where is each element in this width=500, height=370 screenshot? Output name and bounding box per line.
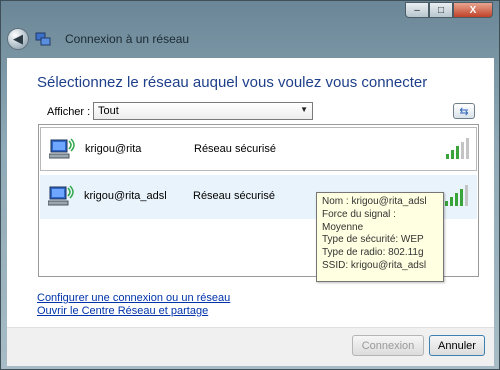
filter-selected-value: Tout	[98, 105, 119, 117]
filter-dropdown[interactable]: Tout ▼	[93, 102, 313, 120]
signal-strength-icon	[445, 185, 468, 206]
tooltip-security-type: Type de sécurité: WEP	[322, 234, 424, 246]
window-title: Connexion à un réseau	[65, 32, 190, 46]
dialog-footer: Connexion Annuler	[7, 327, 494, 366]
wireless-computer-icon	[48, 185, 74, 206]
signal-strength-icon	[446, 138, 469, 159]
network-name: krigou@rita	[85, 143, 142, 155]
network-tooltip: Nom : krigou@rita_adsl Force du signal :…	[316, 192, 444, 282]
refresh-icon: ⇆	[459, 105, 469, 118]
close-button[interactable]: X	[453, 2, 493, 18]
tooltip-name: Nom : krigou@rita_adsl	[322, 196, 427, 207]
network-security: Réseau sécurisé	[194, 143, 276, 155]
maximize-button[interactable]: □	[429, 2, 453, 18]
window-controls: ‒ □ X	[405, 2, 493, 18]
page-heading: Sélectionnez le réseau auquel vous voule…	[37, 74, 428, 91]
wireless-computer-icon	[49, 138, 75, 159]
tooltip-radio-type: Type de radio: 802.11g	[322, 247, 424, 259]
back-button[interactable]: ◀	[7, 28, 29, 50]
network-name: krigou@rita_adsl	[84, 190, 167, 202]
filter-label: Afficher :	[47, 106, 91, 118]
tooltip-signal: Force du signal : Moyenne	[322, 208, 396, 233]
back-arrow-icon: ◀	[13, 31, 23, 46]
connect-button[interactable]: Connexion	[352, 335, 424, 356]
network-security: Réseau sécurisé	[193, 190, 275, 202]
configure-connection-link[interactable]: Configurer une connexion ou un réseau	[37, 292, 230, 304]
network-row[interactable]: krigou@rita Réseau sécurisé	[40, 127, 477, 171]
dialog-window: ‒ □ X ◀ Connexion à un réseau Sélectionn…	[0, 0, 500, 370]
dialog-content: Sélectionnez le réseau auquel vous voule…	[7, 58, 494, 327]
minimize-button[interactable]: ‒	[405, 2, 429, 18]
title-bar[interactable]: ‒ □ X	[1, 1, 499, 29]
refresh-button[interactable]: ⇆	[453, 103, 475, 119]
tooltip-ssid: SSID: krigou@rita_adsl	[322, 259, 427, 271]
dropdown-arrow-icon: ▼	[300, 105, 308, 114]
open-network-center-link[interactable]: Ouvrir le Centre Réseau et partage	[37, 305, 208, 317]
cancel-button[interactable]: Annuler	[429, 335, 485, 356]
network-icon	[35, 32, 51, 46]
